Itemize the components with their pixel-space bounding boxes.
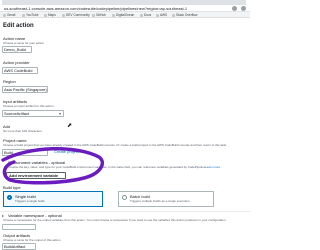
single-build-option[interactable]: Single build Triggers a single build.	[3, 191, 103, 207]
variable-namespace-label: Variable namespace - optional	[8, 213, 62, 218]
batch-build-description: Triggers multiple builds as a single exe…	[130, 199, 191, 203]
single-build-radio[interactable]	[7, 195, 12, 200]
region-select[interactable]: Asia Pacific (Singapore)	[2, 86, 48, 93]
input-artifacts-description: Choose an input artifact for this action…	[3, 104, 55, 108]
bookmark-item[interactable]: AWS	[156, 12, 167, 18]
single-build-description: Triggers a single build.	[15, 199, 46, 203]
output-artifacts-value: BuildArtifact	[4, 244, 26, 249]
action-provider-select[interactable]: AWS CodeBuild	[2, 67, 38, 74]
action-name-input[interactable]: Demo_Build	[2, 46, 32, 53]
action-provider-label: Action provider	[3, 60, 30, 65]
region-value: Asia Pacific (Singapore)	[4, 87, 47, 92]
page-title: Edit action	[3, 23, 34, 29]
build-type-label: Build type	[3, 185, 21, 190]
region-label: Region	[3, 79, 16, 84]
bookmark-item[interactable]: Docs	[140, 12, 151, 18]
mouse-cursor-icon: ⬈	[67, 123, 73, 129]
chevron-down-icon: ▾	[59, 111, 62, 116]
variable-namespace-input[interactable]	[2, 224, 36, 230]
input-artifacts-value: SourceArtifact	[4, 111, 30, 116]
address-bar[interactable]: us-southeast-1.console.aws.amazon.com/co…	[0, 5, 250, 12]
batch-build-radio[interactable]	[122, 195, 127, 200]
extension-icon[interactable]	[232, 6, 237, 11]
bookmark-item[interactable]: Gmail	[3, 12, 15, 18]
bookmarks-bar: Gmail YouTube Maps DEV Community GitHub …	[0, 12, 250, 18]
action-name-description: Choose a name for your action	[3, 41, 45, 45]
divider	[0, 211, 250, 212]
bookmark-item[interactable]: Maps	[44, 12, 56, 18]
variable-namespace-description: Choose a namespace for the output variab…	[3, 219, 227, 222]
profile-icon[interactable]	[241, 6, 246, 11]
output-artifacts-description: Choose a name for the output of this act…	[3, 238, 62, 242]
bookmark-item[interactable]: YouTube	[22, 12, 39, 18]
url-text[interactable]: us-southeast-1.console.aws.amazon.com/co…	[4, 5, 224, 12]
action-provider-value: AWS CodeBuild	[4, 68, 33, 73]
bookmark-item[interactable]: Stack Overflow	[172, 12, 197, 18]
add-input-artifact-hint: No more than 100 characters	[3, 129, 42, 133]
bookmark-item[interactable]: GitHub	[92, 12, 106, 18]
bookmark-item[interactable]: DigitalOcean	[112, 12, 134, 18]
output-artifacts-input[interactable]: BuildArtifact	[2, 243, 36, 250]
input-artifacts-select[interactable]: SourceArtifact ▾	[2, 110, 64, 117]
bookmark-item[interactable]: DEV Community	[62, 12, 90, 18]
batch-build-option[interactable]: Batch build Triggers multiple builds as …	[118, 191, 214, 207]
action-name-value: Demo_Build	[4, 47, 26, 52]
chevron-right-icon[interactable]: ▸	[2, 214, 4, 218]
learn-more-link[interactable]: Learn more	[205, 166, 221, 169]
